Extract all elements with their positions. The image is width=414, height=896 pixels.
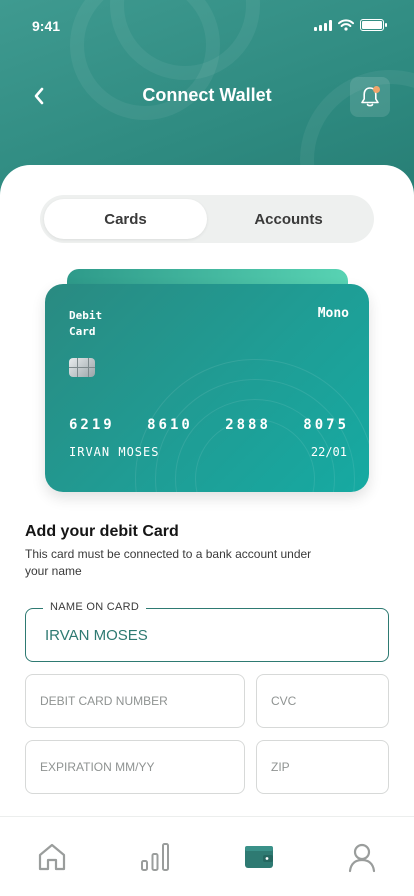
tab-switcher: Cards Accounts — [40, 195, 374, 243]
top-nav: Connect Wallet — [0, 75, 414, 117]
bottom-nav — [0, 816, 414, 896]
card-brand: Mono — [317, 306, 349, 321]
content-sheet: Cards Accounts Debit Card Mono 6219 8610… — [0, 165, 414, 896]
debit-card[interactable]: Debit Card Mono 6219 8610 2888 8075 IRVA… — [45, 284, 369, 492]
tab-accounts[interactable]: Accounts — [207, 199, 370, 239]
card-number-field[interactable]: DEBIT CARD NUMBER — [25, 674, 245, 728]
card-number-group: 8075 — [303, 417, 349, 433]
expiration-placeholder: EXPIRATION MM/YY — [40, 760, 155, 774]
cvc-field[interactable]: CVC — [256, 674, 389, 728]
wallet-icon — [244, 846, 273, 868]
nav-profile[interactable] — [311, 817, 414, 896]
nav-home[interactable] — [0, 817, 104, 896]
card-holder: IRVAN MOSES — [69, 445, 160, 459]
cvc-placeholder: CVC — [271, 694, 297, 708]
name-on-card-value: IRVAN MOSES — [45, 626, 148, 644]
battery-icon — [360, 19, 387, 31]
form-subheading: This card must be connected to a bank ac… — [25, 547, 312, 578]
card-expiry: 22/01 — [310, 445, 347, 459]
zip-field[interactable]: ZIP — [256, 740, 389, 794]
status-icons — [314, 19, 387, 31]
nav-stats[interactable] — [104, 817, 208, 896]
card-number: 6219 8610 2888 8075 — [69, 417, 349, 433]
status-bar: 9:41 — [0, 0, 414, 50]
card-number-group: 8610 — [147, 417, 193, 433]
card-number-placeholder: DEBIT CARD NUMBER — [40, 694, 168, 708]
chart-icon — [141, 843, 170, 871]
wifi-icon — [338, 19, 354, 31]
profile-icon — [349, 843, 376, 873]
notification-button[interactable] — [350, 77, 390, 117]
notification-dot — [373, 86, 380, 93]
tab-cards[interactable]: Cards — [44, 199, 207, 239]
home-icon — [38, 843, 65, 871]
name-on-card-field[interactable]: NAME ON CARD IRVAN MOSES — [25, 601, 389, 662]
chip-icon — [69, 358, 95, 377]
expiration-field[interactable]: EXPIRATION MM/YY — [25, 740, 245, 794]
card-number-group: 6219 — [69, 417, 115, 433]
card-number-group: 2888 — [225, 417, 271, 433]
name-on-card-label: NAME ON CARD — [43, 601, 147, 613]
form-heading: Add your debit Card — [25, 523, 179, 540]
status-time: 9:41 — [32, 18, 61, 34]
signal-icon — [314, 19, 332, 31]
nav-wallet[interactable] — [207, 817, 311, 896]
card-type: Debit Card — [69, 309, 103, 338]
zip-placeholder: ZIP — [271, 760, 290, 774]
